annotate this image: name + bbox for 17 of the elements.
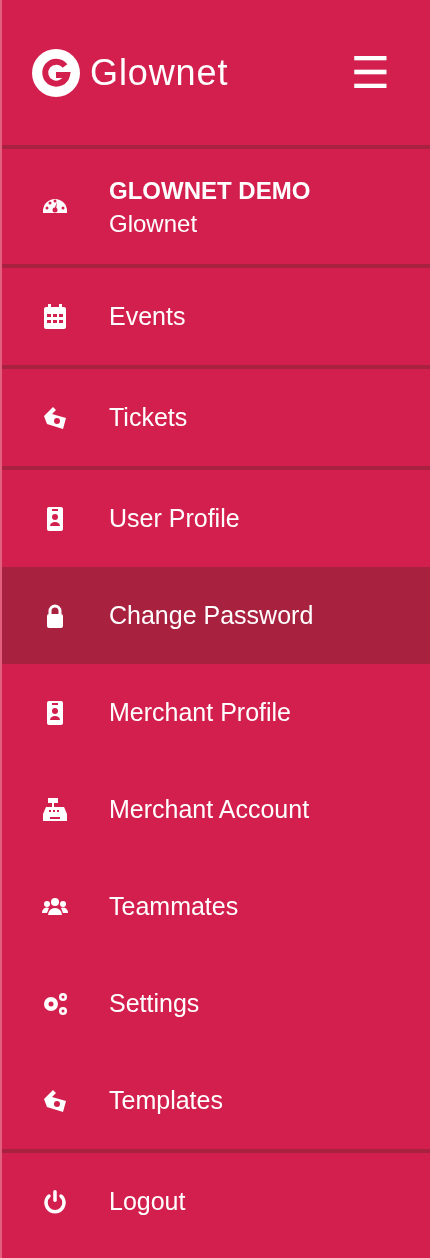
nav-label: Merchant Profile — [109, 696, 292, 728]
logo-icon — [32, 48, 80, 97]
nav-label: Teammates — [109, 890, 239, 922]
nav-label: Logout — [109, 1185, 186, 1217]
nav-label: Change Password — [109, 599, 314, 631]
account-name: GLOWNET DEMO — [109, 175, 311, 206]
account-subtitle: Glownet — [109, 208, 199, 239]
nav-item[interactable]: Change Password — [2, 567, 430, 664]
logo-text: Glownet — [90, 54, 229, 91]
nav-label: Settings — [109, 987, 200, 1019]
nav-label: Events — [109, 300, 186, 332]
nav-label: User Profile — [109, 502, 240, 534]
nav-label: Templates — [109, 1084, 223, 1116]
cash-register-icon — [40, 795, 69, 824]
menu-button[interactable]: ☰ — [350, 50, 390, 95]
nav-label: Tickets — [109, 401, 188, 433]
nav-label: Merchant Account — [109, 793, 310, 825]
